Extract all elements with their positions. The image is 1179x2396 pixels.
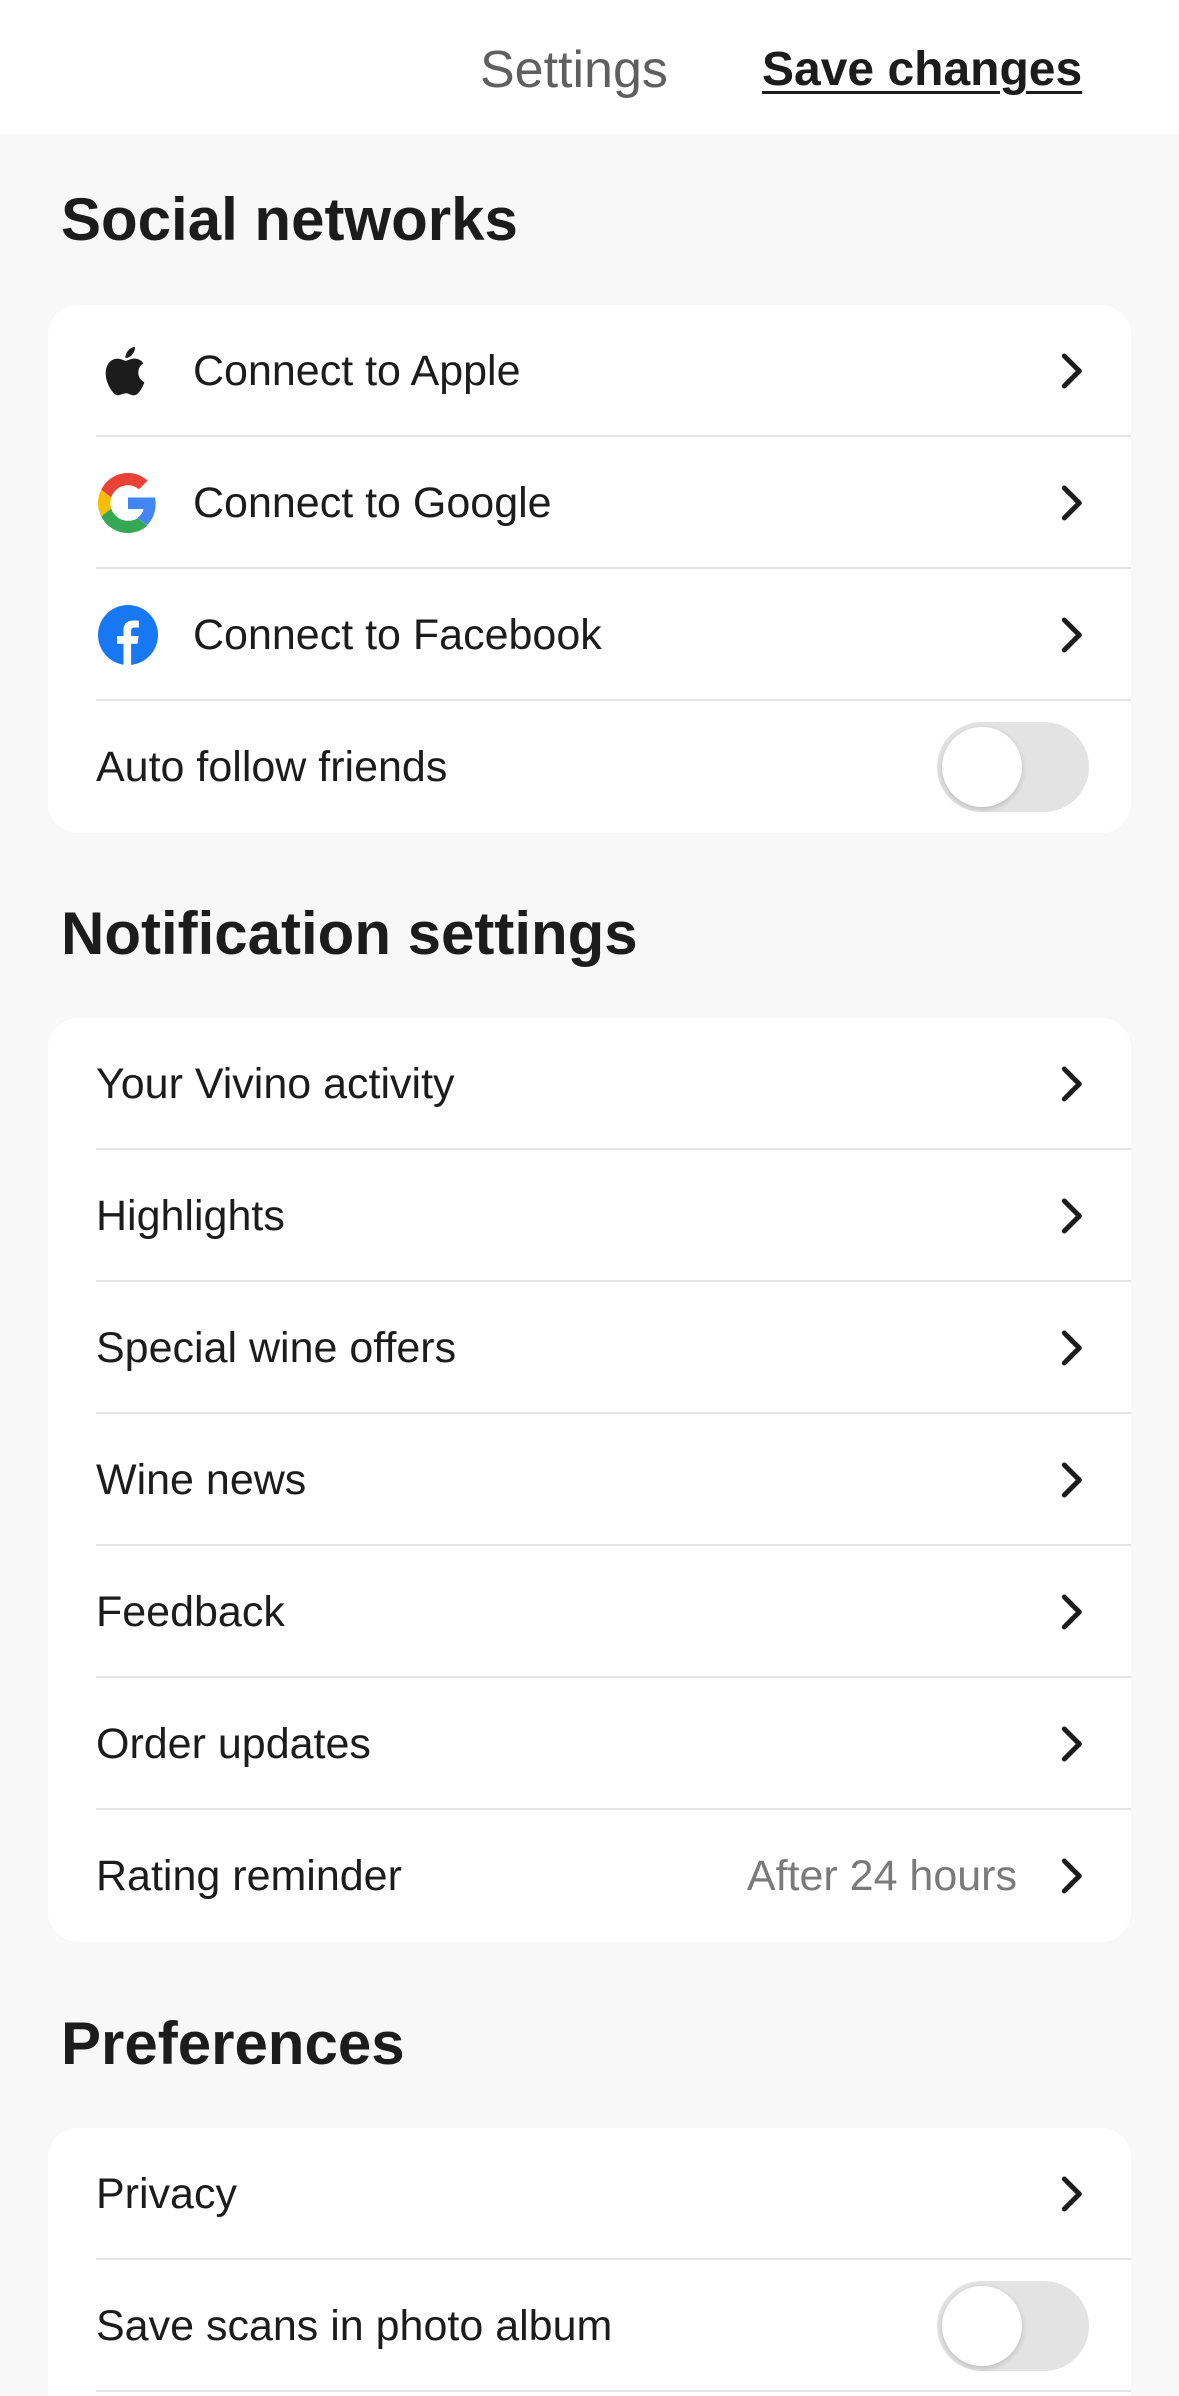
chevron-right-icon <box>1061 1726 1082 1762</box>
auto-follow-row: Auto follow friends <box>48 701 1131 833</box>
chevron-right-icon <box>1061 1594 1082 1630</box>
connect-facebook-label: Connect to Facebook <box>193 611 602 659</box>
notification-item-label: Your Vivino activity <box>96 1060 455 1108</box>
notification-item-label: Feedback <box>96 1588 285 1636</box>
rating-reminder-value: After 24 hours <box>746 1852 1017 1900</box>
notification-item-special-wine-offers[interactable]: Special wine offers <box>48 1282 1131 1414</box>
preferences-item-privacy[interactable]: Privacy <box>48 2128 1131 2260</box>
toggle-knob <box>942 2286 1022 2366</box>
preferences-card: Privacy Save scans in photo album <box>48 2128 1131 2396</box>
chevron-right-icon <box>1061 1066 1082 1102</box>
settings-screen: Settings Save changes Social networks Co… <box>0 0 1179 2396</box>
chevron-right-icon <box>1061 617 1082 653</box>
privacy-label: Privacy <box>96 2170 237 2218</box>
social-networks-card: Connect to Apple Connect to Google Conne… <box>48 305 1131 833</box>
chevron-right-icon <box>1061 485 1082 521</box>
notification-item-order-updates[interactable]: Order updates <box>48 1678 1131 1810</box>
chevron-right-icon <box>1061 2176 1082 2212</box>
chevron-right-icon <box>1061 1858 1082 1894</box>
preferences-heading: Preferences <box>61 2010 405 2077</box>
notification-item-highlights[interactable]: Highlights <box>48 1150 1131 1282</box>
notification-settings-heading: Notification settings <box>61 900 638 967</box>
connect-apple-label: Connect to Apple <box>193 347 521 395</box>
notification-item-vivino-activity[interactable]: Your Vivino activity <box>48 1018 1131 1150</box>
page-title: Settings <box>480 41 668 99</box>
apple-icon <box>98 341 158 401</box>
google-icon <box>98 473 158 533</box>
save-scans-row: Save scans in photo album <box>48 2260 1131 2392</box>
toggle-knob <box>942 727 1022 807</box>
notification-item-rating-reminder[interactable]: Rating reminder After 24 hours <box>48 1810 1131 1942</box>
auto-follow-toggle[interactable] <box>937 722 1089 812</box>
save-scans-label: Save scans in photo album <box>96 2302 613 2350</box>
save-changes-button[interactable]: Save changes <box>762 38 1082 102</box>
chevron-right-icon <box>1061 353 1082 389</box>
chevron-right-icon <box>1061 1330 1082 1366</box>
auto-follow-label: Auto follow friends <box>96 743 448 791</box>
notification-settings-card: Your Vivino activity Highlights Special … <box>48 1018 1131 1942</box>
save-scans-toggle[interactable] <box>937 2281 1089 2371</box>
social-networks-heading: Social networks <box>61 186 518 253</box>
notification-item-label: Order updates <box>96 1720 371 1768</box>
notification-item-label: Highlights <box>96 1192 285 1240</box>
connect-google-label: Connect to Google <box>193 479 552 527</box>
notification-item-label: Wine news <box>96 1456 307 1504</box>
connect-google-row[interactable]: Connect to Google <box>48 437 1131 569</box>
connect-facebook-row[interactable]: Connect to Facebook <box>48 569 1131 701</box>
top-bar: Settings Save changes <box>0 0 1179 134</box>
facebook-icon <box>98 605 158 665</box>
notification-item-wine-news[interactable]: Wine news <box>48 1414 1131 1546</box>
notification-item-label: Special wine offers <box>96 1324 457 1372</box>
notification-item-label: Rating reminder <box>96 1852 402 1900</box>
chevron-right-icon <box>1061 1462 1082 1498</box>
chevron-right-icon <box>1061 1198 1082 1234</box>
connect-apple-row[interactable]: Connect to Apple <box>48 305 1131 437</box>
notification-item-feedback[interactable]: Feedback <box>48 1546 1131 1678</box>
